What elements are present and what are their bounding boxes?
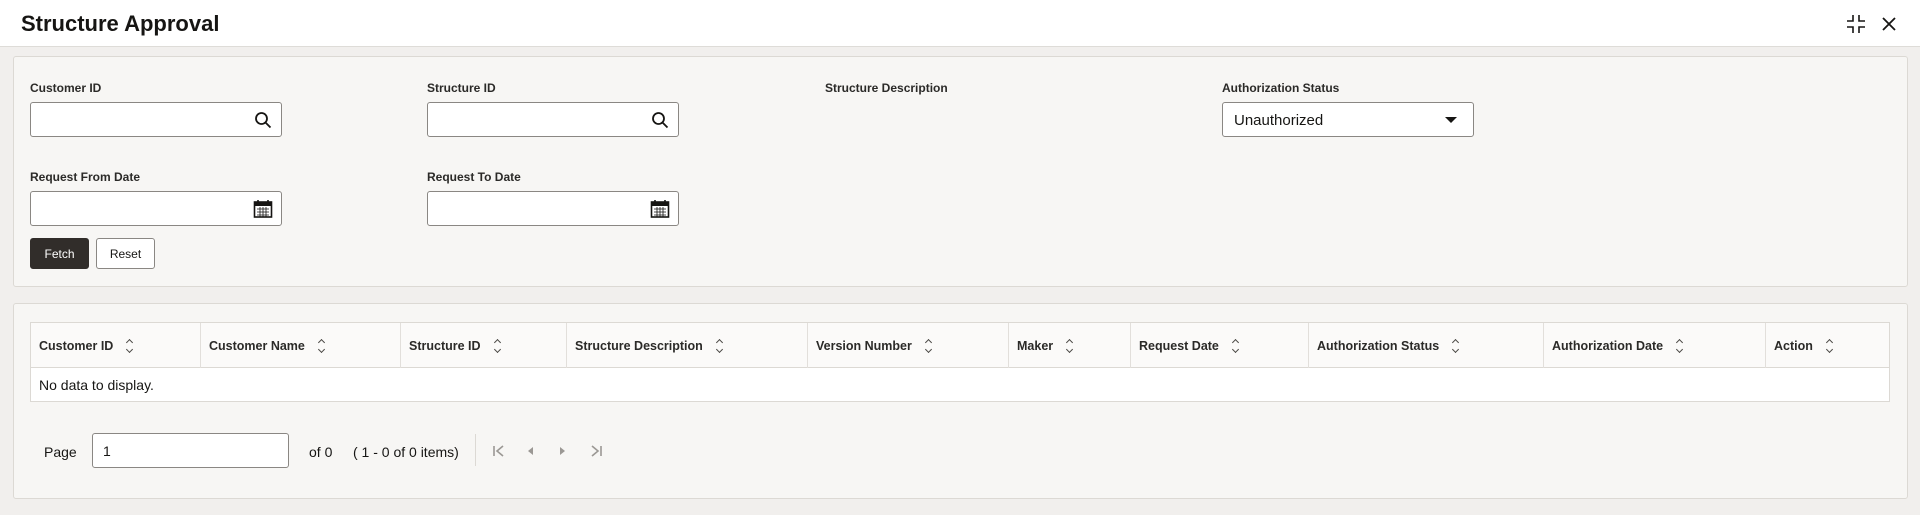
calendar-icon[interactable] — [650, 199, 670, 219]
empty-table-message: No data to display. — [39, 377, 154, 393]
page-title: Structure Approval — [21, 11, 220, 36]
pagination-divider — [475, 434, 476, 466]
column-header-request-date[interactable]: Request Date — [1131, 323, 1309, 368]
sort-icon[interactable] — [924, 338, 932, 353]
column-label: Authorization Status — [1317, 338, 1440, 353]
authorization-status-label: Authorization Status — [1222, 81, 1340, 95]
column-header-action[interactable]: Action — [1766, 323, 1889, 368]
results-panel: Customer ID Customer Name Structure ID S… — [13, 303, 1908, 499]
request-from-date-field[interactable] — [30, 191, 282, 226]
column-header-authorization-status[interactable]: Authorization Status — [1309, 323, 1544, 368]
column-header-authorization-date[interactable]: Authorization Date — [1544, 323, 1766, 368]
sort-icon[interactable] — [317, 338, 325, 353]
column-header-maker[interactable]: Maker — [1009, 323, 1131, 368]
customer-id-input[interactable] — [31, 103, 231, 136]
customer-id-field[interactable] — [30, 102, 282, 137]
collapse-icon[interactable] — [1845, 13, 1867, 35]
sort-icon[interactable] — [715, 338, 723, 353]
column-label: Structure Description — [575, 338, 703, 353]
column-label: Authorization Date — [1552, 338, 1664, 353]
fetch-button[interactable]: Fetch — [30, 238, 89, 269]
search-icon[interactable] — [650, 110, 670, 130]
sort-icon[interactable] — [1825, 338, 1833, 353]
structure-id-field[interactable] — [427, 102, 679, 137]
column-label: Action — [1774, 338, 1813, 353]
reset-button[interactable]: Reset — [96, 238, 155, 269]
customer-id-label: Customer ID — [30, 81, 102, 95]
request-to-date-field[interactable] — [427, 191, 679, 226]
last-page-icon[interactable] — [586, 441, 606, 461]
request-to-date-input[interactable] — [428, 192, 628, 225]
structure-id-label: Structure ID — [427, 81, 496, 95]
column-label: Version Number — [816, 338, 912, 353]
column-label: Structure ID — [409, 338, 481, 353]
page-number-value: 1 — [103, 443, 111, 459]
request-from-date-input[interactable] — [31, 192, 231, 225]
column-header-customer-name[interactable]: Customer Name — [201, 323, 401, 368]
column-label: Maker — [1017, 338, 1054, 353]
page-count-text: of 0 — [309, 444, 333, 460]
sort-icon[interactable] — [1452, 338, 1460, 353]
column-label: Customer Name — [209, 338, 305, 353]
column-label: Request Date — [1139, 338, 1219, 353]
search-icon[interactable] — [253, 110, 273, 130]
authorization-status-select[interactable]: Unauthorized — [1222, 102, 1474, 137]
column-header-customer-id[interactable]: Customer ID — [31, 323, 201, 368]
column-label: Customer ID — [39, 338, 114, 353]
search-panel: Customer ID Structure ID Structure Descr… — [13, 56, 1908, 287]
item-range-text: ( 1 - 0 of 0 items) — [353, 444, 459, 460]
calendar-icon[interactable] — [253, 199, 273, 219]
page-number-input[interactable]: 1 — [92, 433, 289, 468]
chevron-down-icon[interactable] — [1445, 117, 1457, 123]
authorization-status-value: Unauthorized — [1234, 112, 1324, 129]
structure-description-label: Structure Description — [825, 81, 948, 95]
structure-id-input[interactable] — [428, 103, 628, 136]
sort-icon[interactable] — [1676, 338, 1684, 353]
sort-icon[interactable] — [1231, 338, 1239, 353]
column-header-structure-id[interactable]: Structure ID — [401, 323, 567, 368]
request-from-date-label: Request From Date — [30, 170, 141, 184]
previous-page-icon[interactable] — [521, 441, 541, 461]
table-header: Customer ID Customer Name Structure ID S… — [31, 323, 1889, 368]
sort-icon[interactable] — [126, 338, 134, 353]
page-header: Structure Approval — [0, 0, 1920, 47]
sort-icon[interactable] — [1066, 338, 1074, 353]
column-header-structure-description[interactable]: Structure Description — [567, 323, 808, 368]
page-label: Page — [44, 444, 77, 460]
next-page-icon[interactable] — [552, 441, 572, 461]
request-to-date-label: Request To Date — [427, 170, 521, 184]
first-page-icon[interactable] — [489, 441, 509, 461]
results-table: Customer ID Customer Name Structure ID S… — [30, 322, 1890, 402]
column-header-version-number[interactable]: Version Number — [808, 323, 1009, 368]
close-icon[interactable] — [1878, 13, 1900, 35]
sort-icon[interactable] — [493, 338, 501, 353]
